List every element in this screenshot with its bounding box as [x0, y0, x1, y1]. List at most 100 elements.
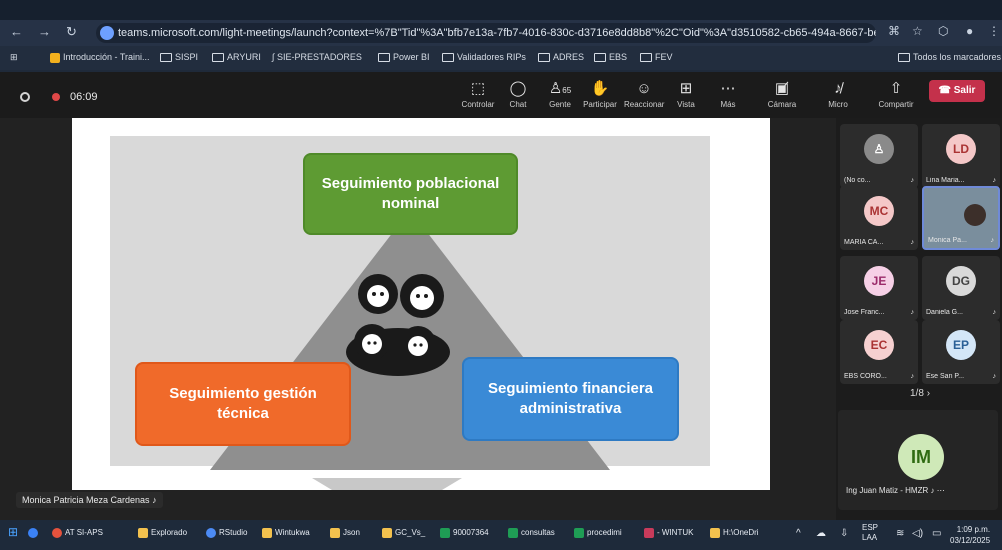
mic-button[interactable]: ♪̸ Micro: [818, 80, 858, 109]
bookmark-item[interactable]: ARYURI: [212, 52, 261, 63]
cloud-icon[interactable]: ☁: [816, 528, 826, 539]
leave-button[interactable]: ☎ Salir: [929, 80, 985, 102]
avatar: EP: [946, 330, 976, 360]
excel-icon: [440, 528, 450, 538]
smiley-icon: ☺: [636, 80, 652, 97]
bookmark-item[interactable]: SISPI: [160, 52, 198, 63]
taskbar-item[interactable]: RStudio: [206, 528, 247, 538]
search-icon[interactable]: [28, 528, 41, 538]
excel-icon: [574, 528, 584, 538]
bookmark-item[interactable]: EBS: [594, 52, 627, 63]
taskbar-item[interactable]: GC_Vs_: [382, 528, 425, 538]
site-info-icon[interactable]: [100, 26, 114, 40]
ellipsis-icon[interactable]: ⋯: [937, 486, 945, 495]
reload-icon[interactable]: ↻: [66, 24, 77, 40]
phone-icon: ☎: [938, 85, 954, 96]
wifi-icon[interactable]: ≋: [896, 528, 904, 539]
share-icon: ⇧: [889, 80, 903, 97]
participant-pager[interactable]: 1/8 ›: [910, 388, 930, 399]
participant-tile[interactable]: JE Jose Franc... ♪: [840, 256, 918, 320]
camera-button[interactable]: ▣̸ Cámara: [762, 80, 802, 109]
bookmark-item[interactable]: ∫ SIE-PRESTADORES: [272, 52, 362, 62]
all-bookmarks[interactable]: Todos los marcadores: [898, 52, 1001, 63]
folder-icon: [330, 528, 340, 538]
more-button[interactable]: ⋯ Más: [708, 80, 748, 109]
raise-hand-button[interactable]: ✋ Participar: [580, 80, 620, 109]
mic-off-icon: ♪: [910, 309, 915, 316]
share-button[interactable]: ⇧ Compartir: [876, 80, 916, 109]
person-icon: ♙: [864, 134, 894, 164]
taskbar-item[interactable]: Explorado: [138, 528, 187, 538]
chat-icon: ◯: [509, 80, 527, 97]
bookmark-item[interactable]: Power BI: [378, 52, 430, 63]
apps-icon[interactable]: ⊞: [10, 52, 18, 63]
forward-icon[interactable]: →: [38, 24, 51, 39]
shield-icon: [20, 92, 30, 102]
taskbar-item[interactable]: - WINTUK: [644, 528, 693, 538]
bookmark-item[interactable]: Introducción - Traini...: [50, 52, 150, 63]
view-button[interactable]: ⊞ Vista: [666, 80, 706, 109]
language-indicator[interactable]: ESP LAA: [862, 523, 878, 543]
down-arrow-shape: [312, 478, 462, 490]
battery-icon[interactable]: ▭: [932, 528, 941, 539]
camera-off-icon: ▣̸: [774, 80, 790, 97]
video-feed-person: [964, 204, 986, 226]
taskbar-item[interactable]: Wintukwa: [262, 528, 310, 538]
folder-icon: [710, 528, 720, 538]
bookmark-item[interactable]: FEV: [640, 52, 673, 63]
control-button[interactable]: ⬚ Controlar: [458, 80, 498, 109]
taskbar-item[interactable]: Json: [330, 528, 360, 538]
system-clock[interactable]: 1:09 p.m. 03/12/2025: [950, 524, 990, 546]
folder-icon: [212, 53, 224, 63]
folder-icon: [442, 53, 454, 63]
folder-icon: [640, 53, 652, 63]
usb-icon[interactable]: ⇩: [840, 528, 848, 539]
chrome-icon: [52, 528, 62, 538]
participant-tile[interactable]: DG Daniela G... ♪: [922, 256, 1000, 320]
bookmark-item[interactable]: ADRES: [538, 52, 584, 63]
folder-icon: [160, 53, 172, 63]
taskbar-item[interactable]: H:\OneDri: [710, 528, 759, 538]
mic-off-icon: ♪: [910, 177, 915, 184]
profile-icon[interactable]: ●: [966, 24, 973, 38]
participant-tile[interactable]: EC EBS CORO... ♪: [840, 320, 918, 384]
start-icon[interactable]: ⊞: [8, 525, 18, 539]
app-icon: [644, 528, 654, 538]
folder-icon: [538, 53, 550, 63]
taskbar-item[interactable]: consultas: [508, 528, 555, 538]
control-icon: ⬚: [470, 80, 486, 97]
tab-bar: [0, 0, 1002, 20]
mic-off-icon: ♪̸: [834, 80, 842, 97]
volume-icon[interactable]: ◁): [912, 528, 923, 539]
menu-icon[interactable]: ⋮: [988, 24, 1000, 38]
folder-icon: [898, 53, 910, 63]
speaker-label: Monica Patricia Meza Cardenas ♪: [16, 492, 163, 508]
chat-button[interactable]: ◯ Chat: [498, 80, 538, 109]
participant-tile[interactable]: MC MARIA CA... ♪: [840, 186, 918, 250]
chevron-right-icon[interactable]: ›: [927, 388, 930, 399]
avatar: JE: [864, 266, 894, 296]
star-icon[interactable]: ☆: [912, 24, 923, 38]
taskbar-item[interactable]: AT SI-APS: [52, 528, 103, 538]
extensions-icon[interactable]: ⬡: [938, 24, 948, 38]
excel-icon: [508, 528, 518, 538]
participant-tile[interactable]: EP Ese San P... ♪: [922, 320, 1000, 384]
taskbar-item[interactable]: 90007364: [440, 528, 489, 538]
rstudio-icon: [206, 528, 216, 538]
chevron-up-icon[interactable]: ^: [796, 528, 801, 539]
bookmark-item[interactable]: Validadores RIPs: [442, 52, 526, 63]
participant-tile[interactable]: LD Lina Maria... ♪: [922, 124, 1000, 188]
mic-off-icon: ♪: [990, 237, 995, 244]
people-button[interactable]: ♙65 Gente: [540, 80, 580, 109]
box-seguimiento-financiera: Seguimiento financiera administrativa: [462, 357, 679, 441]
address-bar[interactable]: teams.microsoft.com/light-meetings/launc…: [96, 23, 876, 43]
participant-tile[interactable]: ♙ (No co... ♪: [840, 124, 918, 188]
react-button[interactable]: ☺ Reaccionar: [624, 80, 664, 109]
back-icon[interactable]: ←: [10, 24, 23, 39]
avatar: MC: [864, 196, 894, 226]
participant-tile-video[interactable]: Monica Pa... ♪: [922, 186, 1000, 250]
taskbar-item[interactable]: procedimi: [574, 528, 622, 538]
mic-off-icon: ♪: [992, 309, 997, 316]
translate-icon[interactable]: ⌘: [888, 24, 900, 38]
recording-icon: [52, 93, 60, 101]
